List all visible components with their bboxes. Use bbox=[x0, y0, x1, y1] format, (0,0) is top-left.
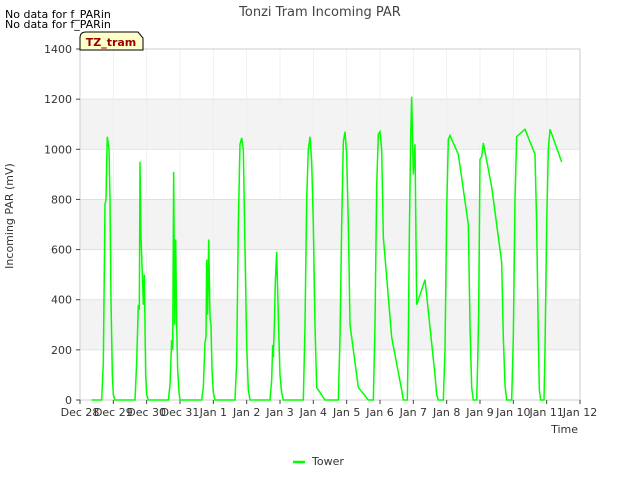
y-tick-label: 600 bbox=[51, 244, 72, 257]
y-tick-label: 1000 bbox=[44, 143, 72, 156]
y-axis-ticks: 0200400600800100012001400 bbox=[44, 43, 80, 407]
legend: Tower bbox=[293, 455, 344, 468]
x-tick-label: Dec 31 bbox=[161, 406, 200, 419]
x-tick-label: Jan 3 bbox=[265, 406, 293, 419]
x-tick-label: Jan 9 bbox=[465, 406, 493, 419]
chart-figure: No data for f_PARin No data for f_PARin … bbox=[0, 0, 640, 480]
x-tick-label: Jan 11 bbox=[528, 406, 563, 419]
x-tick-label: Jan 5 bbox=[332, 406, 360, 419]
chart-title: Tonzi Tram Incoming PAR bbox=[238, 5, 401, 20]
x-tick-label: Jan 6 bbox=[365, 406, 393, 419]
legend-label-tower: Tower bbox=[311, 455, 344, 468]
no-data-note-2: No data for f_PARin bbox=[5, 18, 111, 31]
y-tick-label: 1400 bbox=[44, 43, 72, 56]
y-tick-label: 1200 bbox=[44, 93, 72, 106]
badge: TZ_tram bbox=[79, 31, 144, 51]
band bbox=[80, 299, 580, 350]
y-tick-label: 400 bbox=[51, 294, 72, 307]
x-tick-label: Jan 8 bbox=[432, 406, 460, 419]
x-tick-label: Jan 7 bbox=[399, 406, 427, 419]
y-tick-label: 800 bbox=[51, 193, 72, 206]
x-tick-label: Jan 10 bbox=[495, 406, 530, 419]
x-tick-label: Jan 2 bbox=[232, 406, 260, 419]
band bbox=[80, 99, 580, 150]
chart-canvas: Tonzi Tram Incoming PAR 0200400600800100… bbox=[3, 5, 597, 468]
band bbox=[80, 199, 580, 250]
x-tick-label: Jan 4 bbox=[299, 406, 327, 419]
x-tick-label: Jan 1 bbox=[199, 406, 227, 419]
x-axis-ticks: Dec 28Dec 29Dec 30Dec 31 Jan 1 Jan 2 Jan 3J… bbox=[61, 400, 597, 419]
x-tick-label: Jan 12 bbox=[562, 406, 597, 419]
x-axis-label: Time bbox=[550, 423, 578, 436]
background-bands bbox=[80, 99, 580, 350]
y-tick-label: 200 bbox=[51, 344, 72, 357]
badge-label: TZ_tram bbox=[86, 36, 137, 49]
y-axis-label: Incoming PAR (mV) bbox=[3, 163, 16, 269]
